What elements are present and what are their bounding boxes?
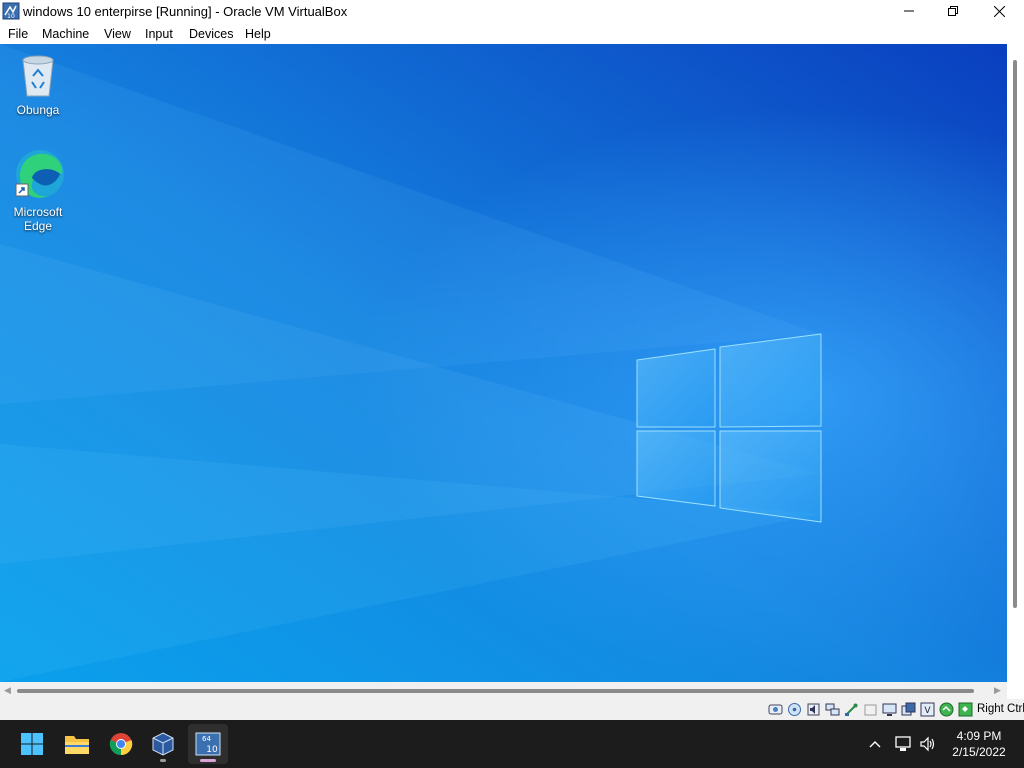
vm-status-bar: V Right Ctrl (0, 699, 1024, 720)
menu-help[interactable]: Help (245, 27, 271, 41)
host-taskbar: 64 10 4:09 PM 2/15/2022 (0, 720, 1024, 768)
horizontal-scrollbar[interactable]: ◀ ▶ (0, 682, 1007, 699)
window-title: windows 10 enterpirse [Running] - Oracle… (23, 4, 348, 19)
minimize-icon (904, 10, 914, 12)
chrome-icon (109, 733, 133, 756)
taskbar-chrome[interactable] (101, 724, 141, 764)
menu-input[interactable]: Input (145, 27, 173, 41)
desktop-icon-label: Obunga (16, 103, 60, 117)
clock-date: 2/15/2022 (952, 745, 1006, 759)
menu-view[interactable]: View (104, 27, 131, 41)
scroll-right-icon[interactable]: ▶ (994, 685, 1001, 696)
virtualbox-manager-icon (152, 732, 174, 756)
virtualbox-vm-icon: 64 10 (195, 732, 221, 756)
recycle-bin-icon (22, 55, 54, 97)
svg-text:10: 10 (206, 745, 218, 755)
svg-text:V: V (924, 706, 931, 716)
menu-bar: File Machine View Input Devices Help (0, 22, 1024, 44)
start-button[interactable] (12, 724, 52, 764)
host-key-label[interactable]: Right Ctrl (977, 703, 1024, 715)
taskbar-file-explorer[interactable] (57, 724, 97, 764)
taskbar-virtualbox-vm[interactable]: 64 10 (188, 724, 228, 764)
menu-machine[interactable]: Machine (42, 27, 89, 41)
running-indicator (160, 759, 166, 762)
desktop-icon-edge[interactable]: Microsoft Edge (6, 148, 70, 233)
edge-icon (15, 150, 64, 198)
chevron-up-icon (869, 741, 881, 748)
show-hidden-icons-button[interactable] (864, 720, 886, 768)
display-icon[interactable] (882, 702, 897, 717)
restore-icon (948, 6, 958, 16)
volume-tray-button[interactable] (917, 720, 939, 768)
close-button[interactable] (976, 0, 1022, 22)
usb-icon[interactable] (844, 702, 859, 717)
active-indicator (200, 759, 216, 762)
shared-folders-icon[interactable] (863, 702, 878, 717)
windows-wallpaper (0, 44, 1007, 682)
title-bar: 10 windows 10 enterpirse [Running] - Ora… (0, 0, 1024, 22)
svg-text:64: 64 (202, 735, 211, 743)
clock[interactable]: 4:09 PM 2/15/2022 (944, 728, 1014, 760)
keyboard-icon[interactable] (958, 702, 973, 717)
file-explorer-icon (65, 736, 89, 754)
clock-time: 4:09 PM (956, 729, 1002, 743)
network-tray-button[interactable] (892, 720, 914, 768)
maximize-button[interactable] (930, 0, 976, 22)
network-icon[interactable] (825, 702, 840, 717)
taskbar-virtualbox-manager[interactable] (143, 724, 183, 764)
start-icon (21, 733, 43, 755)
menu-file[interactable]: File (8, 27, 28, 41)
optical-drive-icon[interactable] (787, 702, 802, 717)
vertical-scrollbar[interactable] (1007, 44, 1024, 682)
audio-icon[interactable] (806, 702, 821, 717)
video-capture-icon[interactable] (901, 702, 916, 717)
close-icon (993, 5, 1005, 17)
mouse-integration-icon[interactable] (939, 702, 954, 717)
desktop-icon-label: Microsoft Edge (13, 205, 63, 233)
svg-text:10: 10 (7, 13, 15, 20)
volume-icon (920, 736, 935, 752)
virtualbox-app-icon[interactable]: 10 (2, 2, 20, 20)
minimize-button[interactable] (886, 0, 932, 22)
menu-devices[interactable]: Devices (189, 27, 233, 41)
cpu-icon[interactable]: V (920, 702, 935, 717)
hard-disk-icon[interactable] (768, 702, 783, 717)
horizontal-scroll-thumb[interactable] (17, 689, 974, 693)
vm-display[interactable]: Obunga Microsoft Edge (0, 44, 1007, 682)
network-wired-icon (895, 736, 911, 751)
desktop-icon-recycle-bin[interactable]: Obunga (6, 52, 70, 117)
vertical-scroll-thumb[interactable] (1013, 60, 1017, 608)
scroll-left-icon[interactable]: ◀ (4, 685, 11, 696)
